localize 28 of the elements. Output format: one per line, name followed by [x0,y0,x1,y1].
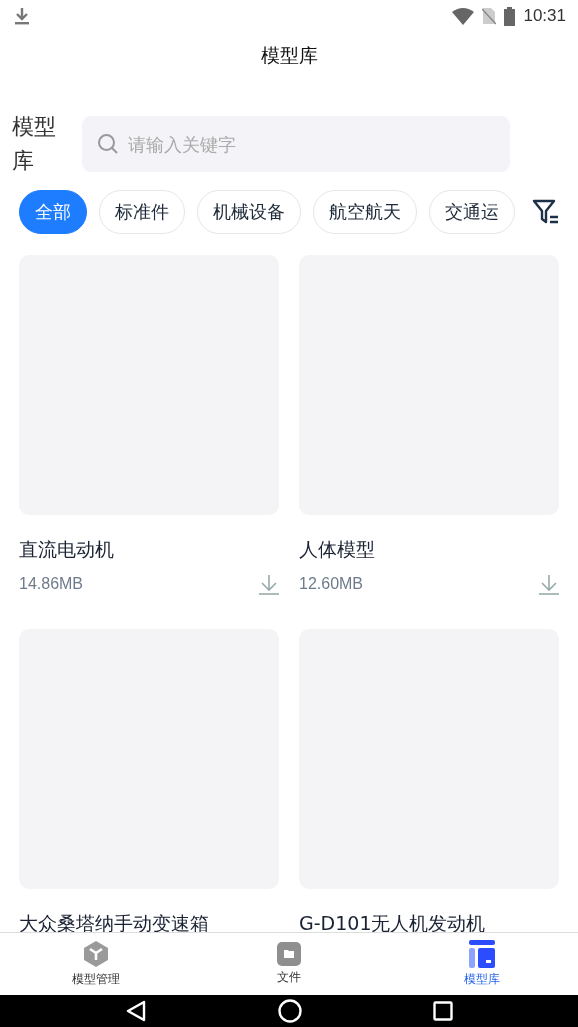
search-field[interactable]: 请输入关键字 [82,116,510,172]
wifi-icon [452,7,475,25]
clock: 10:31 [523,6,566,26]
section-label: 模型库 [12,113,57,175]
category-chip[interactable]: 标准件 [99,190,185,234]
download-icon [14,7,30,25]
filter-icon[interactable] [532,198,560,226]
file-size: 12.60MB [299,575,364,593]
search-icon [97,133,119,155]
category-chip[interactable]: 机械设备 [197,190,301,234]
model-name: 人体模型 [299,537,376,562]
folder-icon [277,942,301,966]
model-name: 直流电动机 [19,537,115,562]
battery-icon [504,6,516,26]
library-icon [468,940,495,968]
download-icon[interactable] [539,573,559,595]
no-sim-icon [482,7,497,25]
back-icon[interactable] [125,1000,148,1022]
category-chip[interactable]: 交通运 [429,190,515,234]
cube-icon [82,940,111,968]
home-icon[interactable] [278,999,302,1023]
download-icon[interactable] [259,573,279,595]
category-chip[interactable]: 航空航天 [313,190,417,234]
file-size: 14.86MB [19,575,84,593]
page-title: 模型库 [260,43,318,68]
category-chip[interactable]: 全部 [19,190,87,234]
recents-icon[interactable] [432,1001,453,1021]
model-name: 大众桑塔纳手动变速箱 [19,911,210,932]
